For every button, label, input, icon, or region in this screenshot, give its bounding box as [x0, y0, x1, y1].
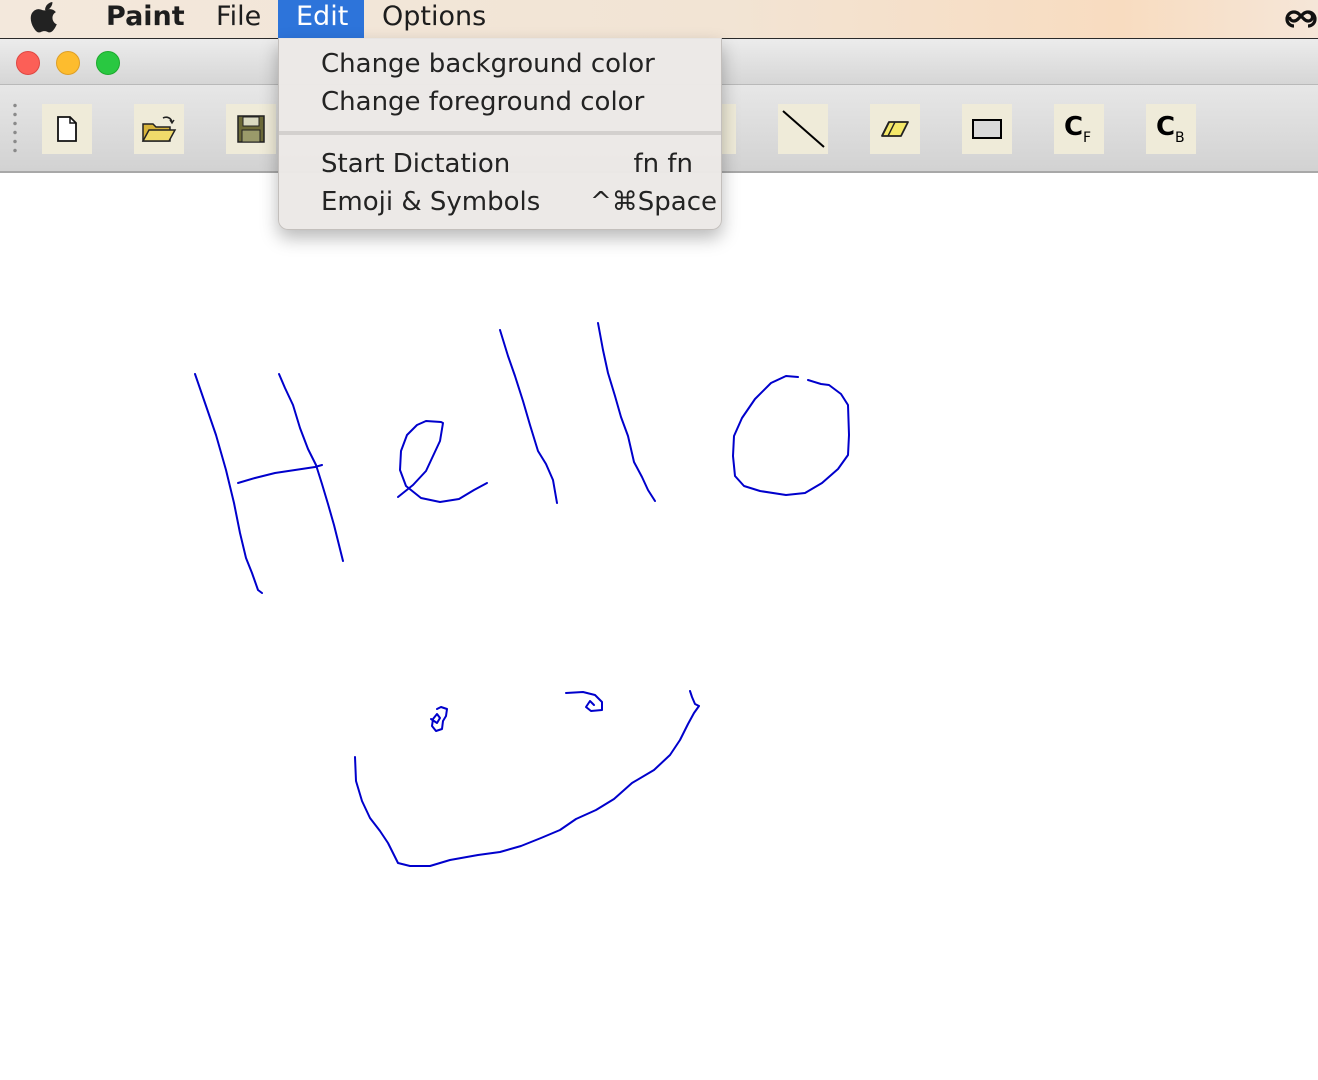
drawing-canvas[interactable]: [0, 173, 1318, 1080]
options-menu[interactable]: Options: [364, 0, 504, 38]
menu-item-shortcut: fn fn: [633, 149, 693, 179]
save-file-button[interactable]: [226, 104, 276, 154]
menu-item-label: Change background color: [321, 49, 655, 79]
stroke-left-eye: [430, 706, 448, 732]
apple-icon[interactable]: [30, 0, 78, 38]
rectangle-tool-button[interactable]: [962, 104, 1012, 154]
menu-item-change-foreground-color[interactable]: Change foreground color: [279, 83, 721, 121]
background-color-letter: C: [1156, 112, 1175, 142]
menu-separator: [279, 131, 721, 135]
menu-item-label: Change foreground color: [321, 87, 645, 117]
background-color-subscript: B: [1175, 130, 1185, 146]
menu-item-change-background-color[interactable]: Change background color: [279, 45, 721, 83]
menu-item-label: Start Dictation: [321, 149, 511, 179]
new-file-button[interactable]: [42, 104, 92, 154]
foreground-color-button[interactable]: C F: [1054, 104, 1104, 154]
stroke-l1: [499, 329, 558, 504]
toolbar-grip-handle[interactable]: [12, 101, 18, 155]
line-tool-icon: [782, 110, 825, 148]
minimize-window-button[interactable]: [56, 51, 80, 75]
close-window-button[interactable]: [16, 51, 40, 75]
creative-cloud-icon[interactable]: [1284, 2, 1318, 34]
menu-item-start-dictation[interactable]: Start Dictation fn fn: [279, 145, 721, 183]
menu-item-shortcut: ^⌘Space: [589, 187, 717, 217]
edit-dropdown-menu: Change background color Change foregroun…: [278, 38, 722, 230]
stroke-o: [732, 375, 850, 496]
line-tool-button[interactable]: [778, 104, 828, 154]
file-menu[interactable]: File: [198, 0, 279, 38]
canvas-drawing: [194, 322, 850, 867]
edit-menu-title[interactable]: Edit: [278, 0, 364, 38]
menu-bar: Paint File Edit Options: [0, 0, 1318, 39]
eraser-icon: [881, 121, 909, 137]
rectangle-tool-icon: [972, 119, 1002, 139]
stroke-h-cross: [237, 464, 323, 484]
stroke-right-eye: [565, 691, 603, 712]
open-folder-icon: [141, 116, 177, 142]
open-file-button[interactable]: [134, 104, 184, 154]
foreground-color-subscript: F: [1083, 130, 1091, 146]
new-file-icon: [57, 116, 77, 142]
app-name-menu[interactable]: Paint: [88, 0, 203, 38]
menu-item-emoji-symbols[interactable]: Emoji & Symbols ^⌘Space: [279, 183, 721, 221]
stroke-smile: [354, 690, 700, 867]
foreground-color-icon: C F: [1064, 112, 1091, 146]
stroke-l2: [597, 322, 656, 502]
stroke-h-left: [194, 373, 263, 594]
foreground-color-letter: C: [1064, 112, 1083, 142]
background-color-icon: C B: [1156, 112, 1185, 146]
save-disk-icon: [237, 115, 265, 143]
menu-item-label: Emoji & Symbols: [321, 187, 541, 217]
stroke-e: [397, 420, 488, 503]
eraser-tool-button[interactable]: [870, 104, 920, 154]
zoom-window-button[interactable]: [96, 51, 120, 75]
background-color-button[interactable]: C B: [1146, 104, 1196, 154]
